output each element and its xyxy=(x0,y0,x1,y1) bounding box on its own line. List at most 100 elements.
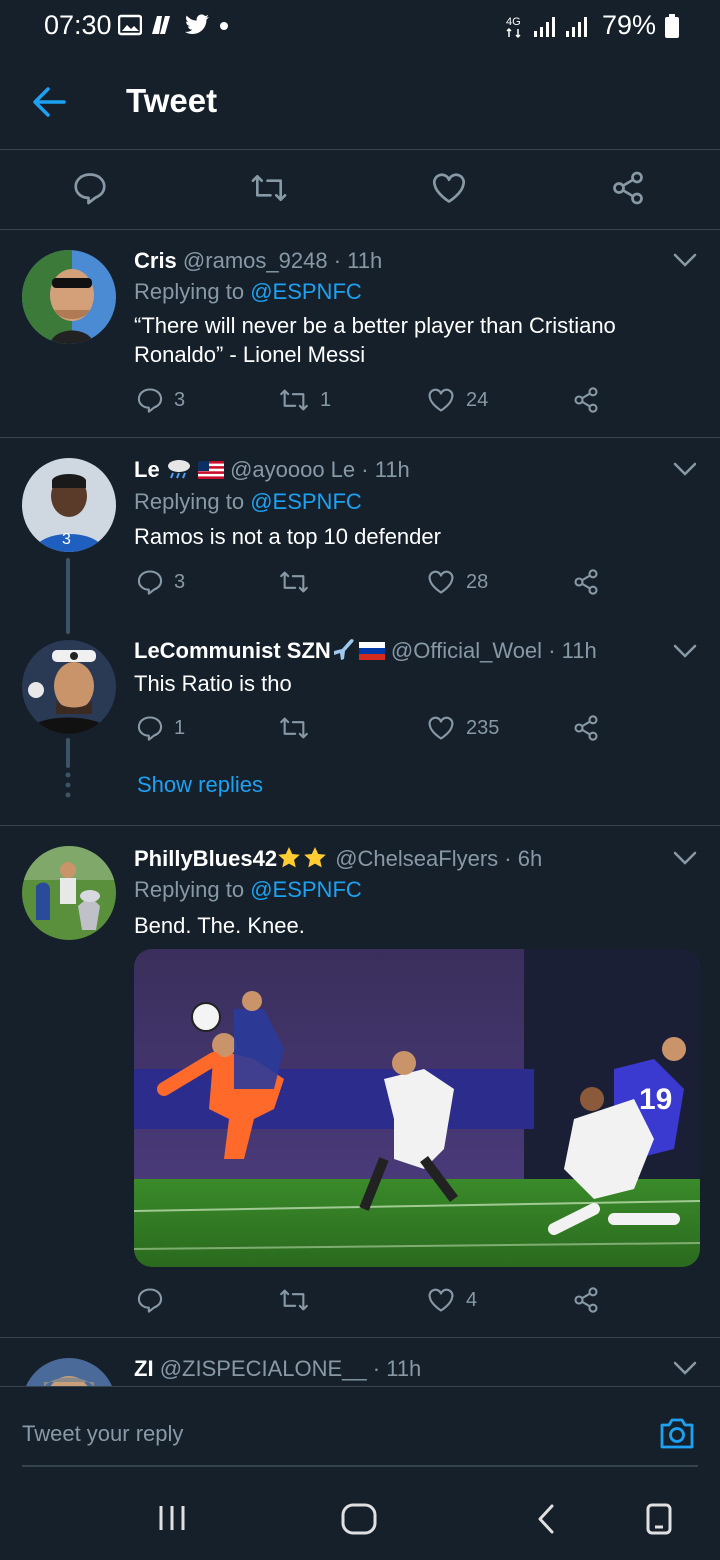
author-name[interactable]: Cris xyxy=(134,248,177,273)
reply-count: 3 xyxy=(174,570,186,593)
recent-apps-icon[interactable] xyxy=(156,1502,188,1534)
author-handle[interactable]: @ChelseaFlyers xyxy=(335,846,498,871)
like-icon[interactable] xyxy=(430,170,468,206)
share-action[interactable] xyxy=(572,1286,600,1314)
tweet-time: · 11h xyxy=(333,248,383,273)
author-name[interactable]: PhillyBlues42 xyxy=(134,846,277,871)
tweet-item[interactable]: PhillyBlues42 @ChelseaFlyers · 6h Replyi… xyxy=(0,826,720,1338)
share-icon[interactable] xyxy=(610,170,646,206)
tweet-item[interactable]: ZI @ZISPECIALONE__ · 11h xyxy=(0,1338,720,1386)
tweet-time: · 11h xyxy=(548,638,597,663)
author-handle[interactable]: @ayoooo Le xyxy=(230,457,355,482)
like-count: 28 xyxy=(466,570,489,593)
share-action[interactable] xyxy=(572,568,600,596)
dot-icon xyxy=(220,22,228,30)
like-action[interactable]: 28 xyxy=(426,568,488,596)
avatar[interactable] xyxy=(22,846,116,940)
like-action[interactable]: 4 xyxy=(426,1286,477,1314)
camera-icon[interactable] xyxy=(658,1415,696,1451)
like-count: 235 xyxy=(466,716,500,739)
tweet-thread: 3 Le @ayoooo Le · 11h Replying to @ESPNF… xyxy=(0,438,720,826)
like-count: 24 xyxy=(466,388,489,411)
back-arrow-icon[interactable] xyxy=(32,86,66,118)
status-bar: 07:30 4G 79% xyxy=(0,0,720,56)
retweet-icon xyxy=(280,1289,308,1311)
share-icon xyxy=(574,1287,598,1313)
reply-icon[interactable] xyxy=(72,170,108,206)
author-handle[interactable]: @ZISPECIALONE__ xyxy=(160,1356,367,1381)
avatar[interactable] xyxy=(22,640,116,734)
reply-input[interactable]: Tweet your reply xyxy=(22,1421,183,1447)
tweet-text: “There will never be a better player tha… xyxy=(134,313,616,367)
reply-icon xyxy=(137,388,163,413)
replying-to: Replying to @ESPNFC xyxy=(134,489,362,514)
avatar[interactable] xyxy=(22,250,116,344)
football-match-photo: 19 xyxy=(134,949,700,1267)
tweet-text: This Ratio is tho xyxy=(134,671,292,696)
russia-flag-icon xyxy=(358,642,385,660)
retweet-count: 1 xyxy=(320,388,332,411)
home-icon[interactable] xyxy=(340,1502,378,1536)
replying-to-link[interactable]: @ESPNFC xyxy=(250,279,362,304)
thread-line xyxy=(66,738,70,768)
retweet-action[interactable] xyxy=(278,1286,310,1314)
author-name[interactable]: ZI xyxy=(134,1356,154,1381)
avatar[interactable]: 3 xyxy=(22,458,116,552)
retweet-action[interactable]: 1 xyxy=(278,386,331,414)
reply-count: 3 xyxy=(174,388,186,411)
author-name[interactable]: Le xyxy=(134,457,160,482)
thread-dots-icon xyxy=(65,772,71,798)
chevron-down-icon[interactable] xyxy=(672,252,698,268)
battery-percent: 79% xyxy=(601,10,656,40)
retweet-icon xyxy=(280,389,308,411)
reply-action[interactable]: 3 xyxy=(136,568,185,596)
author-handle[interactable]: @Official_Woel xyxy=(391,638,542,663)
chevron-down-icon[interactable] xyxy=(672,1360,698,1376)
like-icon xyxy=(428,716,454,740)
replying-to: Replying to @ESPNFC xyxy=(134,279,362,304)
like-action[interactable]: 235 xyxy=(426,714,499,742)
retweet-action[interactable] xyxy=(278,568,310,596)
share-icon xyxy=(574,387,598,413)
reply-action[interactable]: 1 xyxy=(136,714,185,742)
star-emoji-icon xyxy=(278,847,326,868)
share-action[interactable] xyxy=(572,386,600,414)
tweet-actions: 1 235 xyxy=(134,714,614,746)
tweet-action-bar xyxy=(0,150,720,230)
retweet-action[interactable] xyxy=(278,714,310,742)
signal-icon xyxy=(533,16,587,37)
reply-action[interactable]: 3 xyxy=(136,386,185,414)
replying-to-link[interactable]: @ESPNFC xyxy=(250,877,362,902)
tweet-time: · 11h xyxy=(361,457,410,482)
chevron-down-icon[interactable] xyxy=(672,850,698,866)
retweet-icon[interactable] xyxy=(250,170,288,206)
like-icon xyxy=(428,388,454,412)
retweet-icon xyxy=(280,571,308,593)
tweet-item[interactable]: Cris @ramos_9248 · 11h Replying to @ESPN… xyxy=(0,230,720,438)
share-icon xyxy=(574,715,598,741)
keyboard-toggle-icon[interactable] xyxy=(644,1502,674,1536)
like-action[interactable]: 24 xyxy=(426,386,488,414)
tweet-actions: 3 28 xyxy=(134,568,614,600)
author-handle[interactable]: @ramos_9248 xyxy=(183,248,328,273)
us-flag-icon xyxy=(197,461,224,479)
notification-icons xyxy=(118,14,230,36)
like-icon xyxy=(428,1288,454,1312)
author-name[interactable]: LeCommunist SZN xyxy=(134,638,331,663)
show-replies-link[interactable]: Show replies xyxy=(137,772,263,798)
replying-to-link[interactable]: @ESPNFC xyxy=(250,489,362,514)
back-icon[interactable] xyxy=(532,1502,560,1536)
like-icon xyxy=(428,570,454,594)
svg-text:4G: 4G xyxy=(506,16,521,28)
chevron-down-icon[interactable] xyxy=(672,461,698,477)
svg-text:19: 19 xyxy=(639,1083,672,1116)
reply-action[interactable] xyxy=(136,1286,164,1314)
page-title: Tweet xyxy=(126,82,218,119)
svg-text:3: 3 xyxy=(62,531,71,548)
chevron-down-icon[interactable] xyxy=(672,643,698,659)
retweet-icon xyxy=(280,717,308,739)
avatar[interactable] xyxy=(22,1358,116,1386)
reply-icon xyxy=(137,570,163,595)
share-action[interactable] xyxy=(572,714,600,742)
tweet-media-photo[interactable]: 19 xyxy=(134,949,700,1267)
